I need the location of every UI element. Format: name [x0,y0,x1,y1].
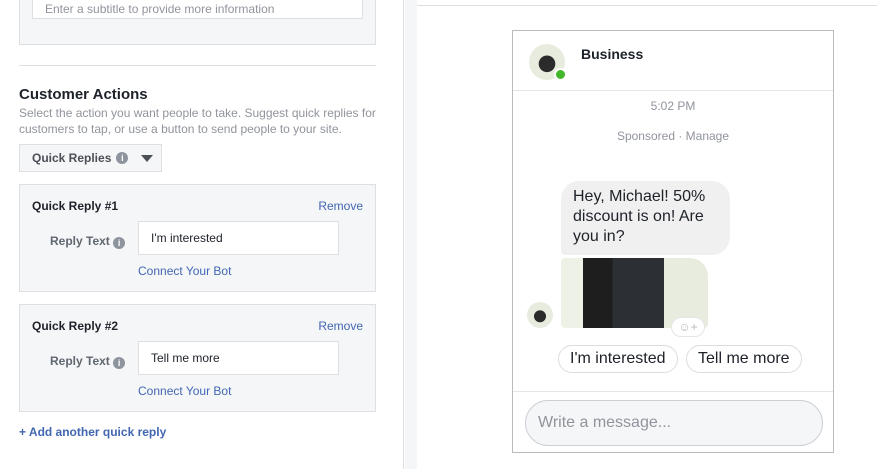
connect-bot-link[interactable]: Connect Your Bot [138,384,231,398]
quick-reply-chip[interactable]: Tell me more [686,345,802,373]
section-title: Customer Actions [19,86,148,103]
settings-panel: Enter a subtitle to provide more informa… [0,0,404,469]
section-description: Select the action you want people to tak… [19,106,376,136]
subtitle-input[interactable]: Enter a subtitle to provide more informa… [32,0,363,19]
remove-link[interactable]: Remove [318,199,363,213]
quick-reply-card: Quick Reply #2 Remove Reply Text i Tell … [19,304,376,412]
info-icon[interactable]: i [113,357,126,369]
sender-avatar [527,302,553,328]
info-icon[interactable]: i [113,237,126,249]
remove-link[interactable]: Remove [318,319,363,333]
quick-reply-card: Quick Reply #1 Remove Reply Text i I'm i… [19,184,376,292]
timestamp: 5:02 PM [650,99,696,113]
add-quick-reply-link[interactable]: + Add another quick reply [19,425,166,439]
message-input[interactable]: Write a message... [525,400,823,446]
caret-down-icon [141,154,154,162]
connect-bot-link[interactable]: Connect Your Bot [138,264,231,278]
online-status-icon [554,68,567,81]
business-name: Business [581,46,644,62]
header-divider [513,90,833,91]
reply-text-label: Reply Text i [50,354,126,369]
divider [19,65,376,66]
reply-text-label: Reply Text i [50,234,126,249]
dropdown-label: Quick Replies [32,151,112,165]
action-type-dropdown[interactable]: Quick Replies i [19,144,162,172]
quick-reply-title: Quick Reply #2 [32,319,119,333]
quick-reply-title: Quick Reply #1 [32,199,119,213]
messenger-preview: Business 5:02 PM Sponsored · Manage Hey,… [512,30,834,453]
panel-gap [405,0,417,469]
reply-text-input[interactable]: I'm interested [138,221,339,255]
quick-reply-chip[interactable]: I'm interested [558,345,678,373]
headline-section: Enter a subtitle to provide more informa… [19,0,376,45]
info-icon[interactable]: i [116,152,129,164]
message-bubble: Hey, Michael! 50% discount is on! Are yo… [561,181,730,255]
add-reaction-icon[interactable]: ☺+ [671,317,705,337]
reply-text-input[interactable]: Tell me more [138,341,339,375]
composer-divider [513,391,833,392]
sponsored-label: Sponsored · Manage [616,129,730,143]
preview-top-border [417,5,877,6]
